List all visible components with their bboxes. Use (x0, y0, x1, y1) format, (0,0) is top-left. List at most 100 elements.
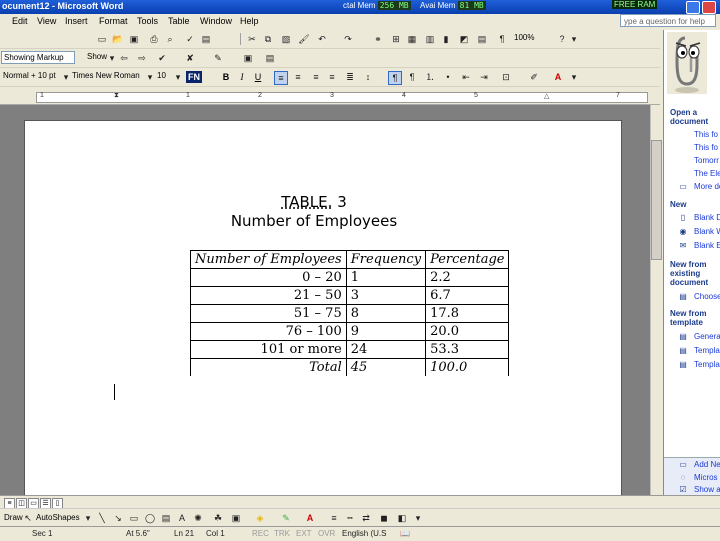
line-style-icon[interactable]: ≡ (328, 512, 340, 524)
rectangle-icon[interactable]: ▭ (128, 512, 140, 524)
reject-change-icon[interactable]: ✘ (184, 52, 196, 64)
cell-percentage[interactable]: 2.2 (425, 268, 510, 287)
show-menu-button[interactable]: Show (87, 52, 107, 61)
accept-change-icon[interactable]: ✔ (156, 52, 168, 64)
highlight-icon[interactable]: ✐ (528, 71, 540, 83)
new-blank-email-link[interactable]: Blank E (694, 241, 720, 250)
copy-icon[interactable]: ⧉ (262, 33, 274, 45)
fill-color-icon[interactable]: ◈ (254, 512, 266, 524)
bold-button[interactable]: B (220, 71, 232, 83)
zoom-select[interactable]: 100% (512, 32, 552, 45)
previous-change-icon[interactable]: ⇦ (118, 52, 130, 64)
menu-tools[interactable]: Tools (137, 16, 158, 26)
redo-icon[interactable]: ↷ (342, 33, 354, 45)
dash-style-icon[interactable]: ┅ (344, 512, 356, 524)
line-color-icon[interactable]: ✎ (280, 512, 292, 524)
chevron-down-icon[interactable]: ▾ (172, 71, 184, 83)
more-documents-link[interactable]: More do (694, 182, 720, 191)
arrow-icon[interactable]: ↘ (112, 512, 124, 524)
add-network-place-link[interactable]: Add Ne (694, 460, 720, 469)
picture-icon[interactable]: ▣ (230, 512, 242, 524)
decrease-indent-icon[interactable]: ⇤ (460, 71, 472, 83)
menu-edit[interactable]: Edit (12, 16, 28, 26)
recent-file-link[interactable]: The Ele (694, 169, 720, 178)
chevron-down-icon[interactable]: ▾ (568, 71, 580, 83)
rtl-direction-icon[interactable]: ¶ (406, 71, 418, 83)
chevron-down-icon[interactable]: ▾ (568, 33, 580, 45)
overtype-indicator[interactable]: OVR (318, 529, 335, 538)
draw-menu-button[interactable]: Draw (4, 513, 23, 522)
record-macro-indicator[interactable]: REC (252, 529, 269, 538)
font-select[interactable]: Times New Roman (70, 70, 146, 83)
cell-frequency[interactable]: 3 (346, 286, 427, 305)
cell-range[interactable]: 0 – 20 (190, 268, 347, 287)
choose-document-link[interactable]: Choose (694, 292, 720, 301)
new-blank-web-page-link[interactable]: Blank W (694, 227, 720, 236)
cell-frequency[interactable]: 9 (346, 322, 427, 341)
line-spacing-icon[interactable]: ↕ (362, 71, 374, 83)
save-icon[interactable]: ▣ (128, 33, 140, 45)
undo-icon[interactable]: ↶ (316, 33, 328, 45)
cell-range[interactable]: 76 – 100 (190, 322, 347, 341)
align-right-icon[interactable]: ≡ (310, 71, 322, 83)
line-icon[interactable]: ╲ (96, 512, 108, 524)
chevron-down-icon[interactable]: ▾ (106, 52, 118, 64)
cell-range[interactable]: 51 – 75 (190, 304, 347, 323)
drawing-icon[interactable]: ◩ (458, 33, 470, 45)
header-number-of-employees[interactable]: Number of Employees (190, 250, 347, 269)
insert-comment-icon[interactable]: ✎ (212, 52, 224, 64)
print-icon[interactable]: ⎙ (148, 33, 160, 45)
new-blank-document-link[interactable]: Blank D (694, 213, 720, 222)
cut-icon[interactable]: ✂ (246, 33, 258, 45)
menu-format[interactable]: Format (99, 16, 128, 26)
cell-total-label[interactable]: Total (190, 358, 347, 376)
cell-total-percentage[interactable]: 100.0 (425, 358, 510, 376)
reviewing-pane-icon[interactable]: ▤ (264, 52, 276, 64)
ltr-direction-icon[interactable]: ¶ (388, 71, 402, 85)
cell-frequency[interactable]: 8 (346, 304, 427, 323)
cell-range[interactable]: 21 – 50 (190, 286, 347, 305)
insert-table-icon[interactable]: ▦ (406, 33, 418, 45)
horizontal-ruler[interactable]: 1 ⧗ 1 2 3 4 5 △ 7 (0, 90, 660, 105)
hyperlink-icon[interactable]: ⚭ (372, 33, 384, 45)
open-folder-icon[interactable]: 📂 (112, 33, 124, 45)
office-online-link[interactable]: Micros (694, 473, 718, 482)
cell-percentage[interactable]: 53.3 (425, 340, 510, 359)
office-assistant-clippy-icon[interactable] (667, 32, 707, 94)
autoshapes-menu-button[interactable]: AutoShapes (36, 513, 80, 522)
bullets-icon[interactable]: • (442, 71, 454, 83)
menu-view[interactable]: View (37, 16, 56, 26)
justify-icon[interactable]: ≡ (326, 71, 338, 83)
close-button[interactable] (702, 1, 716, 14)
extend-selection-indicator[interactable]: EXT (296, 529, 312, 538)
recent-file-link[interactable]: Tomorr (694, 156, 719, 165)
border-icon[interactable]: ⊡ (500, 71, 512, 83)
italic-button[interactable]: I (236, 71, 248, 83)
header-percentage[interactable]: Percentage (425, 250, 510, 269)
template-link[interactable]: Genera (694, 332, 720, 341)
cell-percentage[interactable]: 6.7 (425, 286, 510, 305)
tables-borders-icon[interactable]: ⊞ (390, 33, 402, 45)
menu-table[interactable]: Table (168, 16, 190, 26)
wordart-icon[interactable]: A (176, 512, 188, 524)
help-icon[interactable]: ? (556, 33, 568, 45)
cell-range[interactable]: 101 or more (190, 340, 347, 359)
template-link[interactable]: Templa (694, 346, 720, 355)
cell-frequency[interactable]: 1 (346, 268, 427, 287)
header-frequency[interactable]: Frequency (346, 250, 427, 269)
vertical-scrollbar-thumb[interactable] (651, 140, 662, 260)
cell-total-frequency[interactable]: 45 (346, 358, 427, 376)
track-changes-indicator[interactable]: TRK (274, 529, 290, 538)
research-icon[interactable]: ▤ (200, 33, 212, 45)
text-box-icon[interactable]: ▤ (160, 512, 172, 524)
menu-window[interactable]: Window (200, 16, 232, 26)
track-changes-icon[interactable]: ▣ (242, 52, 254, 64)
arrow-style-icon[interactable]: ⇄ (360, 512, 372, 524)
clip-art-icon[interactable]: ☘ (212, 512, 224, 524)
underline-button[interactable]: U (252, 71, 264, 83)
menu-help[interactable]: Help (240, 16, 259, 26)
next-change-icon[interactable]: ⇨ (136, 52, 148, 64)
menu-insert[interactable]: Insert (65, 16, 88, 26)
numbering-icon[interactable]: ⒈ (424, 71, 436, 83)
help-search-input[interactable]: ype a question for help (620, 14, 716, 27)
